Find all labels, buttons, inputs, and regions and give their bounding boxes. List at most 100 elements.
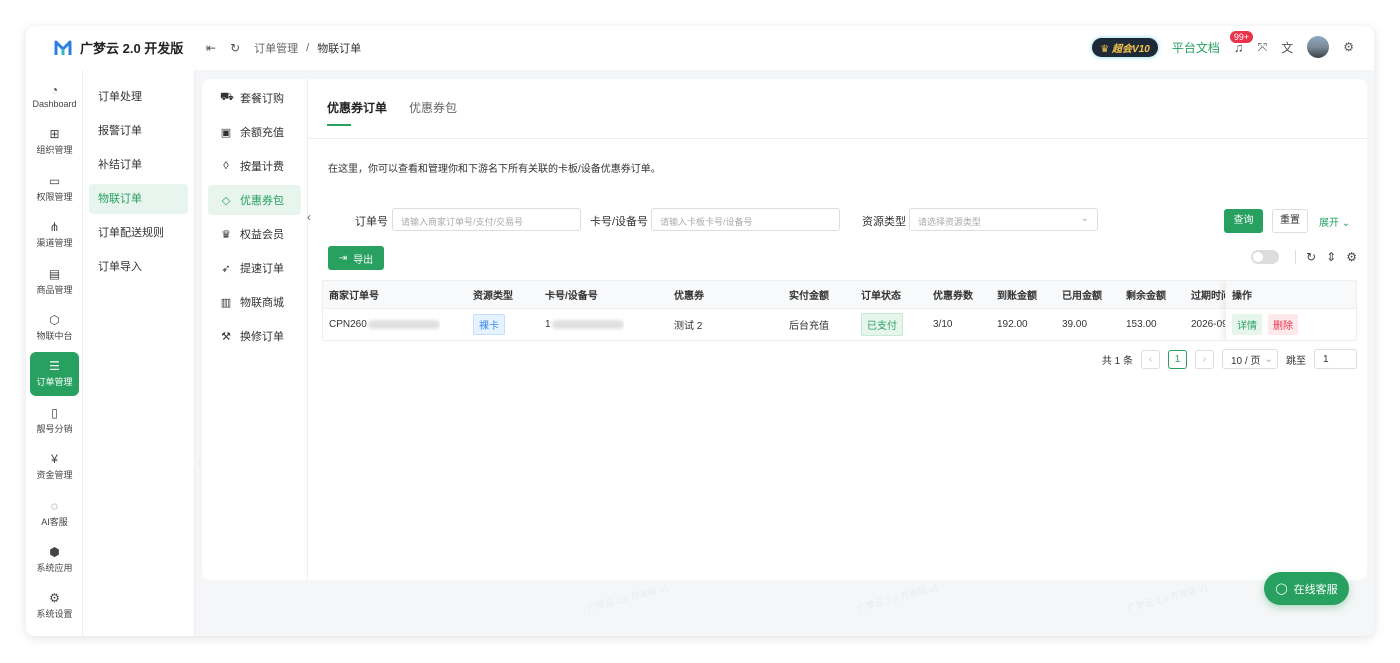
reset-button[interactable]: 重置 — [1272, 209, 1308, 233]
book-icon: ▥ — [220, 296, 232, 309]
subnav-item-settle[interactable]: 补结订单 — [89, 150, 188, 180]
menu-item-recharge[interactable]: ▣ 余额充值 — [208, 117, 301, 147]
column-header: 资源类型 — [473, 291, 513, 302]
notification-button[interactable]: ♫ 99+ — [1229, 30, 1254, 55]
column-header: 优惠券数 — [933, 291, 973, 302]
rail-item-settings[interactable]: ⚙ 系统设置 — [30, 584, 79, 628]
table-tools: ↻ ⇕ ⚙ — [1251, 250, 1357, 264]
subnav-item-iot-orders[interactable]: 物联订单 — [89, 184, 188, 214]
fullscreen-icon[interactable]: ⤧ — [1258, 40, 1268, 55]
jump-label: 跳至 — [1286, 355, 1306, 367]
rail-label: 渠道管理 — [36, 238, 73, 249]
card-no-value: 1 — [545, 319, 551, 330]
used-cell: 39.00 — [1062, 319, 1088, 330]
prev-page-button[interactable]: ‹ — [1141, 349, 1160, 369]
export-button[interactable]: ⇥ 导出 — [328, 246, 384, 270]
jump-input[interactable]: 1 — [1314, 349, 1357, 369]
rail-item-org[interactable]: ⊞ 组织管理 — [30, 120, 79, 164]
online-support-button[interactable]: ◯ 在线客服 — [1264, 572, 1349, 605]
avatar[interactable] — [1307, 36, 1330, 58]
rail-item-funds[interactable]: ¥ 资金管理 — [30, 445, 79, 489]
density-icon[interactable]: ⇕ — [1326, 250, 1336, 264]
remaining-cell: 153.00 — [1126, 319, 1157, 330]
menu-item-member[interactable]: ♛ 权益会员 — [208, 219, 301, 249]
rail-label: 权限管理 — [36, 191, 73, 202]
menu-item-repair[interactable]: ⚒ 换修订单 — [208, 321, 301, 351]
vip-badge[interactable]: ♛ 超会V10 — [1092, 37, 1158, 57]
subnav-item-delivery-rules[interactable]: 订单配送规则 — [89, 218, 188, 248]
rail-label: 物联中台 — [36, 330, 73, 341]
crown-icon: ♛ — [221, 228, 231, 241]
rail-item-number[interactable]: ▯ 靓号分销 — [30, 399, 79, 443]
online-support-label: 在线客服 — [1293, 583, 1338, 596]
rail-item-dashboard[interactable]: ◔ Dashboard — [30, 74, 79, 118]
orders-table: 商家订单号 资源类型 卡号/设备号 优惠券 实付金额 订单状态 优惠券数 到账金… — [322, 280, 1357, 341]
logo-icon — [54, 40, 72, 55]
cart-icon: ⛟ — [220, 91, 234, 103]
rail-item-orders[interactable]: ☰ 订单管理 — [30, 352, 79, 397]
export-label: 导出 — [353, 254, 374, 266]
gear-icon: ⚙ — [49, 591, 60, 606]
grid-icon: ⊞ — [49, 127, 60, 142]
page-size-select[interactable]: 10 / 页 ⌄ — [1222, 349, 1278, 369]
rail-item-apps[interactable]: ⬢ 系统应用 — [30, 538, 79, 582]
rail-label: 系统设置 — [36, 609, 73, 620]
chevron-down-icon: ⌄ — [1080, 213, 1089, 224]
subnav-item-import[interactable]: 订单导入 — [89, 252, 188, 282]
secondary-sidebar: 订单处理 报警订单 补结订单 物联订单 订单配送规则 订单导入 — [83, 70, 195, 636]
menu-item-package[interactable]: ⛟ 套餐订购 — [208, 83, 301, 113]
rail-label: 订单管理 — [36, 377, 73, 388]
expand-label: 展开 — [1319, 218, 1339, 229]
order-no-input[interactable]: 请输入商家订单号/支付/交易号 — [392, 208, 581, 231]
total-count: 共 1 条 — [1101, 355, 1133, 367]
subnav-item-alarm[interactable]: 报警订单 — [89, 116, 188, 146]
table-row[interactable]: CPN260 裸卡 1 测试 2 后台充值 已支付 3/10 192.00 39… — [323, 309, 1356, 340]
query-button[interactable]: 查询 — [1224, 209, 1263, 233]
column-settings-icon[interactable]: ⚙ — [1346, 250, 1357, 264]
card-no-input[interactable]: 请输入卡板卡号/设备号 — [651, 208, 840, 231]
menu-item-mall[interactable]: ▥ 物联商城 — [208, 287, 301, 317]
tab-coupon-packages[interactable]: 优惠券包 — [409, 99, 457, 116]
menu-label: 余额充值 — [240, 127, 284, 139]
rail-item-ai[interactable]: ◌ AI客服 — [30, 492, 79, 536]
refresh-icon[interactable]: ↻ — [230, 41, 240, 55]
redacted-text — [367, 320, 440, 329]
redacted-text — [551, 320, 624, 329]
rail-label: 靓号分销 — [36, 423, 73, 434]
toggle-switch[interactable] — [1251, 250, 1280, 264]
next-page-button[interactable]: › — [1195, 349, 1214, 369]
coupon-icon: ◇ — [221, 194, 231, 207]
app-logo[interactable]: 广梦云 2.0 开发版 — [54, 38, 183, 57]
delete-button[interactable]: 删除 — [1268, 314, 1298, 335]
detail-button[interactable]: 详情 — [1232, 314, 1262, 335]
menu-item-speedup[interactable]: ➶ 提速订单 — [208, 253, 301, 283]
drop-icon: ◊ — [223, 160, 229, 172]
tab-coupon-orders[interactable]: 优惠券订单 — [327, 99, 387, 116]
refresh-table-icon[interactable]: ↻ — [1306, 250, 1316, 264]
translate-icon[interactable]: 文 — [1281, 39, 1293, 56]
rail-item-product[interactable]: ▤ 商品管理 — [30, 260, 79, 304]
settings-gear-icon[interactable]: ⚙ — [1343, 40, 1354, 54]
rail-item-permission[interactable]: ▭ 权限管理 — [30, 167, 79, 211]
resource-type-select[interactable]: 请选择资源类型 ⌄ — [909, 208, 1098, 231]
docs-link[interactable]: 平台文档 — [1172, 39, 1220, 56]
subnav-item-processing[interactable]: 订单处理 — [89, 82, 188, 112]
rail-item-iot[interactable]: ⬡ 物联中台 — [30, 306, 79, 350]
menu-fold-icon[interactable]: ⇤ — [206, 41, 216, 55]
breadcrumb-item[interactable]: 订单管理 — [254, 40, 298, 56]
column-header: 已用金额 — [1062, 291, 1102, 302]
column-header: 实付金额 — [789, 291, 829, 302]
menu-item-usage[interactable]: ◊ 按量计费 — [208, 151, 301, 181]
expand-button[interactable]: 展开 ⌄ — [1319, 214, 1350, 229]
expire-cell: 2026-09 — [1191, 319, 1225, 330]
notification-badge: 99+ — [1229, 30, 1254, 43]
rail-item-channel[interactable]: ⋔ 渠道管理 — [30, 213, 79, 257]
menu-item-coupon[interactable]: ◇ 优惠券包 — [208, 185, 301, 215]
menu-label: 套餐订购 — [240, 93, 284, 105]
page-button-current[interactable]: 1 — [1168, 349, 1187, 369]
package-icon: ⬢ — [49, 544, 60, 559]
coupon-cell: 测试 2 — [674, 321, 703, 332]
tab-bar: 优惠券订单 优惠券包 — [308, 79, 1367, 139]
breadcrumb-current: 物联订单 — [317, 43, 362, 55]
card-no-label: 卡号/设备号 — [590, 216, 649, 228]
